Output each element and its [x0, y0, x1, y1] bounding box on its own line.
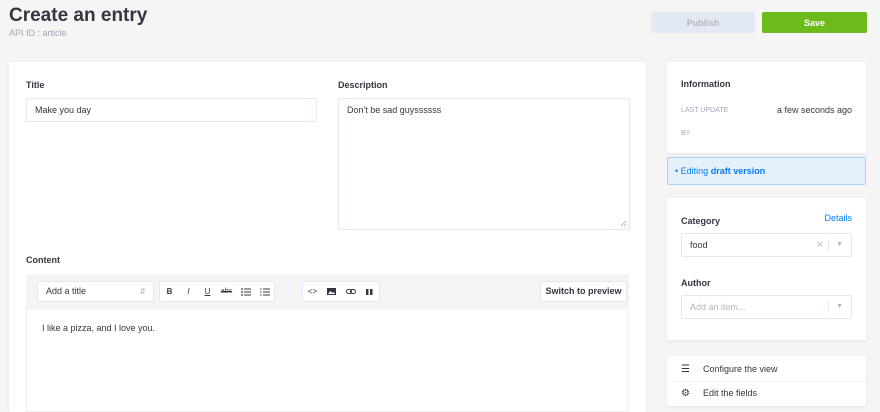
by-key: By: [681, 130, 691, 137]
bullet-icon: •: [675, 166, 679, 176]
information-title: Information: [681, 79, 731, 89]
numbered-list-icon[interactable]: [255, 282, 274, 301]
author-label: Author: [681, 278, 711, 288]
category-details-link[interactable]: Details: [824, 213, 852, 223]
title-label: Title: [26, 80, 45, 90]
entry-form-card: Title Make you day Description Don't be …: [9, 62, 646, 412]
last-update-key: Last update: [681, 107, 729, 114]
content-editor[interactable]: I like a pizza, and I love you.: [26, 310, 629, 412]
underline-icon[interactable]: U: [198, 282, 217, 301]
draft-notice-prefix: Editing: [680, 166, 709, 176]
code-icon[interactable]: <>: [303, 282, 322, 301]
last-update-value: a few seconds ago: [776, 105, 852, 115]
information-card: Information Last update a few seconds ag…: [667, 62, 866, 153]
italic-icon[interactable]: I: [179, 282, 198, 301]
configure-view-button[interactable]: ☰ Configure the view: [667, 358, 866, 381]
select-divider: [828, 301, 829, 313]
page-title: Create an entry: [9, 5, 148, 26]
resize-grip-icon[interactable]: [620, 220, 627, 227]
heading-select-value: Add a title: [46, 286, 87, 296]
configure-view-label: Configure the view: [703, 364, 778, 374]
title-input[interactable]: Make you day: [26, 98, 317, 122]
list-settings-icon: ☰: [681, 364, 690, 375]
strikethrough-icon[interactable]: abc: [217, 282, 236, 301]
heading-select[interactable]: Add a title ⇵: [37, 281, 154, 302]
description-text: Don't be sad guyssssss: [347, 105, 442, 115]
content-text: I like a pizza, and I love you.: [42, 323, 156, 333]
wysiwyg-toolbar: Add a title ⇵ B I U abc <> Switch to pre…: [26, 274, 629, 310]
bold-icon[interactable]: B: [160, 282, 179, 301]
draft-notice-emphasis: draft version: [710, 166, 766, 176]
chevron-down-icon[interactable]: ▼: [836, 234, 843, 256]
insert-button-group: <>: [302, 281, 380, 302]
image-icon[interactable]: [322, 282, 341, 301]
save-button[interactable]: Save: [762, 12, 867, 33]
link-icon[interactable]: [341, 282, 360, 301]
category-value: food: [690, 240, 708, 250]
publish-button[interactable]: Publish: [651, 12, 755, 33]
edit-fields-button[interactable]: ⚙ Edit the fields: [667, 382, 866, 405]
api-id-label: API ID : article: [9, 28, 67, 38]
bulleted-list-icon[interactable]: [236, 282, 255, 301]
category-select[interactable]: food × ▼: [681, 233, 852, 257]
content-label: Content: [26, 255, 60, 265]
draft-notice: • Editing draft version: [667, 157, 866, 185]
author-placeholder: Add an item...: [690, 302, 746, 312]
select-divider: [828, 239, 829, 251]
select-arrows-icon: ⇵: [139, 287, 146, 296]
switch-to-preview-button[interactable]: Switch to preview: [540, 281, 627, 302]
author-select[interactable]: Add an item... ▼: [681, 295, 852, 319]
description-textarea[interactable]: Don't be sad guyssssss: [338, 98, 630, 230]
category-label: Category: [681, 216, 721, 226]
edit-fields-label: Edit the fields: [703, 388, 758, 398]
actions-card: ☰ Configure the view ⚙ Edit the fields: [667, 356, 866, 406]
clear-icon[interactable]: ×: [817, 234, 823, 256]
chevron-down-icon[interactable]: ▼: [836, 296, 843, 318]
relations-card: Category Details food × ▼ Author Add an …: [667, 198, 866, 340]
quote-icon[interactable]: [360, 282, 379, 301]
description-label: Description: [338, 80, 388, 90]
gear-icon: ⚙: [681, 388, 690, 399]
format-button-group: B I U abc: [159, 281, 275, 302]
